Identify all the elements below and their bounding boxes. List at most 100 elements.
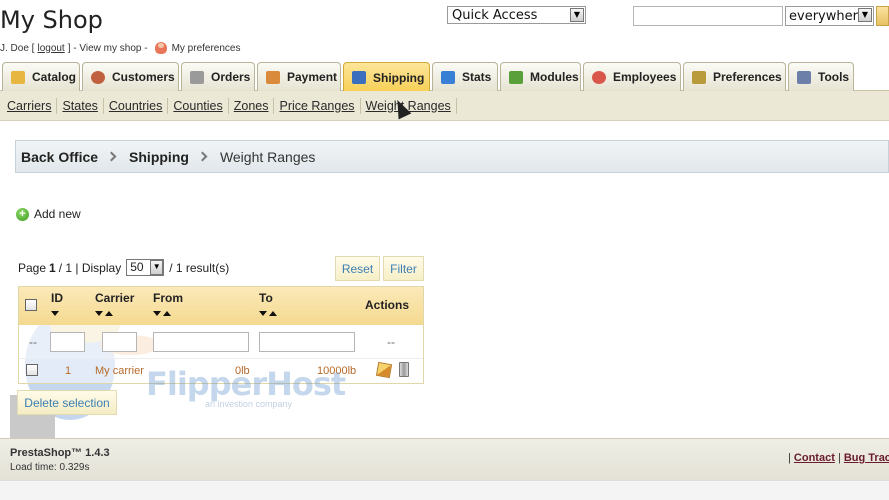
row-checkbox[interactable] [26,364,38,376]
col-to: To [259,291,277,319]
subnav-zones[interactable]: Zones [229,97,275,114]
tab-employees[interactable]: Employees [583,62,681,91]
search-input[interactable] [633,6,783,26]
subnav-states[interactable]: States [57,97,104,114]
sort-asc-icon[interactable] [105,311,113,316]
page: My Shop J. Doe [ logout ] - View my shop… [0,0,889,500]
col-id-label: ID [51,291,63,305]
watermark-brand: FlipperHost [146,365,346,403]
display-count-value: 50 [130,260,144,274]
add-icon: + [16,207,29,221]
page-label: Page [18,260,47,275]
quick-access-select[interactable]: Quick Access ▼ [447,6,586,24]
sort-desc-icon[interactable] [51,311,59,316]
filter-button[interactable]: Filter [383,256,424,281]
select-all-checkbox[interactable] [25,299,37,311]
tools-icon [797,70,811,84]
col-carrier: Carrier [95,291,134,319]
page-of: / 1 | Display [58,260,122,275]
chevron-right-icon [197,151,208,162]
edit-icon[interactable] [375,361,393,379]
col-from-label: From [153,291,183,305]
filter-from-input[interactable] [153,332,249,352]
preferences-icon [692,70,706,84]
sub-navigation: Carriers States Countries Counties Zones… [0,91,889,121]
tab-label: Preferences [713,70,782,84]
pagination: Page 1 / 1 | Display 50 ▼ / 1 result(s) [18,259,229,276]
cell-id: 1 [65,365,72,377]
view-shop-link[interactable]: ] - View my shop - [68,43,148,54]
tab-modules[interactable]: Modules [500,62,581,91]
footer-separator: | [788,452,791,464]
filter-id-input[interactable] [50,332,85,352]
sort-desc-icon[interactable] [95,311,103,316]
tab-tools[interactable]: Tools [788,62,854,91]
user-name: J. Doe [ [0,42,35,54]
chevron-down-icon[interactable]: ▼ [858,8,872,22]
add-new-link[interactable]: + Add new [16,207,81,221]
prestashop-version: PrestaShop™ 1.4.3 [10,447,110,459]
bug-tracker-link[interactable]: Bug Trac [844,452,889,464]
tab-label: Stats [462,70,492,84]
footer: PrestaShop™ 1.4.3 Load time: 0.329s | Co… [0,438,889,480]
sort-desc-icon[interactable] [153,311,161,316]
add-new-label: Add new [34,207,81,221]
watermark-tagline: an investion company [205,399,293,409]
chevron-right-icon [106,151,117,162]
logout-link[interactable]: logout [37,43,64,54]
tab-shipping[interactable]: Shipping [343,62,430,92]
breadcrumb-back-office[interactable]: Back Office [21,149,98,165]
subnav-countries[interactable]: Countries [104,97,169,114]
tab-label: Modules [530,70,579,84]
tab-payment[interactable]: Payment [257,62,341,91]
tab-label: Payment [287,70,338,84]
col-id: ID [51,291,63,319]
breadcrumb-current: Weight Ranges [219,148,316,165]
filter-row: -- -- [19,325,423,359]
display-count-select[interactable]: 50 ▼ [126,259,165,276]
contact-link[interactable]: Contact [794,452,835,464]
footer-links: | Contact | Bug Trac [788,452,889,464]
footer-separator: | [837,452,841,464]
breadcrumb: Back Office Shipping Weight Ranges [15,140,889,173]
filter-to-input[interactable] [259,332,355,352]
sort-asc-icon[interactable] [269,311,277,316]
reset-button[interactable]: Reset [335,256,380,281]
tab-label: Catalog [32,70,77,84]
quick-access-value: Quick Access [452,8,538,23]
tab-catalog[interactable]: Catalog [2,62,80,91]
subnav-counties[interactable]: Counties [168,97,229,114]
subnav-price-ranges[interactable]: Price Ranges [274,97,361,114]
col-actions: Actions [365,298,410,312]
stats-icon [441,70,455,84]
preferences-user-icon [154,42,167,54]
payment-icon [266,70,280,84]
subnav-carriers[interactable]: Carriers [2,97,58,114]
tab-label: Customers [112,70,175,84]
chevron-down-icon[interactable]: ▼ [570,8,584,22]
filter-placeholder: -- [29,335,37,349]
col-to-label: To [259,291,273,305]
sort-desc-icon[interactable] [259,311,267,316]
trash-icon[interactable] [399,362,409,377]
sort-asc-icon[interactable] [163,311,171,316]
employees-icon [592,70,606,84]
shipping-icon [352,71,366,84]
delete-selection-button[interactable]: Delete selection [17,390,117,415]
tab-orders[interactable]: Orders [181,62,255,91]
search-scope-value: everywhere [789,9,866,24]
filter-carrier-input[interactable] [102,332,137,352]
search-scope-select[interactable]: everywhere ▼ [785,6,874,26]
result-count: / 1 result(s) [169,260,230,275]
tab-customers[interactable]: Customers [82,62,179,91]
breadcrumb-shipping[interactable]: Shipping [129,149,189,165]
my-preferences-link[interactable]: My preferences [172,43,241,54]
chevron-down-icon[interactable]: ▼ [150,260,164,275]
tab-label: Shipping [373,70,425,85]
orders-icon [190,70,204,84]
tab-preferences[interactable]: Preferences [683,62,786,91]
filter-actions-placeholder: -- [387,335,395,349]
tab-stats[interactable]: Stats [432,62,498,91]
customers-icon [91,70,105,84]
search-button[interactable] [876,6,889,26]
